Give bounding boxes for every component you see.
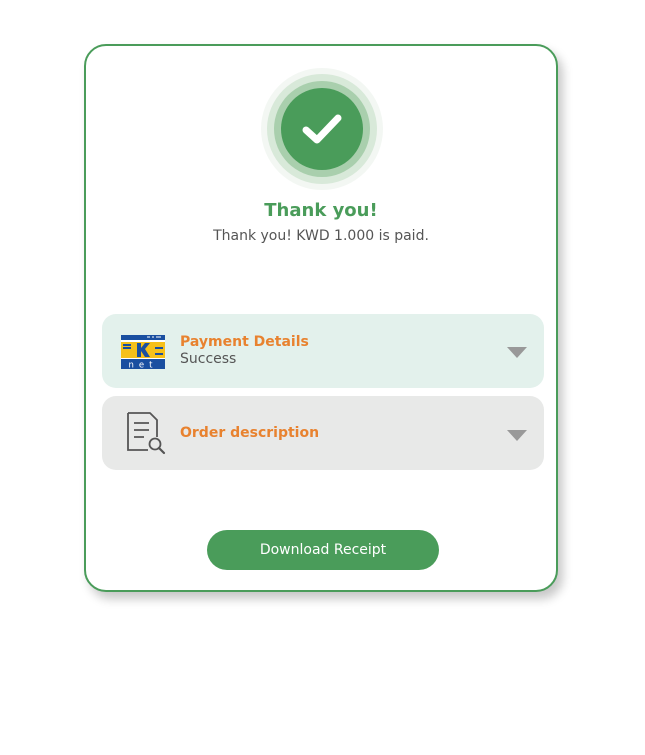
document-search-icon bbox=[124, 411, 166, 455]
knet-logo-text: net bbox=[129, 361, 158, 370]
payment-details-label: Payment Details bbox=[180, 334, 309, 350]
chevron-down-icon[interactable] bbox=[507, 430, 527, 441]
order-description-label: Order description bbox=[180, 425, 320, 441]
download-receipt-button[interactable]: Download Receipt bbox=[207, 530, 439, 570]
success-badge bbox=[261, 68, 383, 190]
payment-confirmation-text: Thank you! KWD 1.000 is paid. bbox=[213, 228, 429, 244]
thank-you-title: Thank you! bbox=[264, 200, 378, 221]
check-icon bbox=[302, 114, 342, 144]
payment-status-text: Success bbox=[180, 351, 237, 367]
payment-details-accordion[interactable]: net Payment Details Success bbox=[102, 314, 544, 388]
order-description-accordion[interactable]: Order description bbox=[102, 396, 544, 470]
receipt-card: Thank you! Thank you! KWD 1.000 is paid.… bbox=[84, 44, 558, 592]
chevron-down-icon[interactable] bbox=[507, 347, 527, 358]
knet-logo: net bbox=[121, 335, 165, 369]
